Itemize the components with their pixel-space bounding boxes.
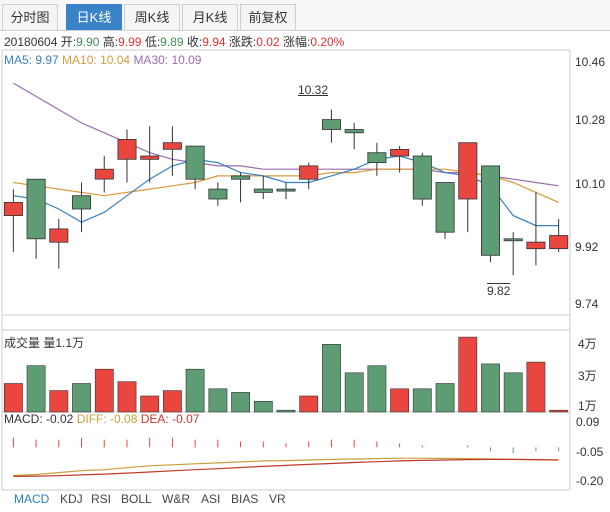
candle-body xyxy=(94,168,114,180)
candle-body xyxy=(549,235,569,250)
volume-bar xyxy=(322,343,341,413)
diff-line xyxy=(13,457,559,477)
volume-bar xyxy=(253,400,273,413)
candle-body xyxy=(503,238,523,242)
candle-body xyxy=(276,188,296,192)
candle-body xyxy=(26,178,46,240)
indicator-boll[interactable]: BOLL xyxy=(121,492,152,506)
candle-body xyxy=(3,201,23,216)
indicator-rsi[interactable]: RSI xyxy=(91,492,111,506)
dea-value: DEA: -0.07 xyxy=(140,412,200,426)
volume-bar xyxy=(94,368,114,413)
volume-bar xyxy=(549,409,569,413)
volume-bar xyxy=(412,388,432,413)
candle-body xyxy=(458,142,478,200)
volume-bar xyxy=(72,383,91,413)
candle-body xyxy=(117,138,137,160)
candle-body xyxy=(321,119,341,130)
price-axis-label: 10.10 xyxy=(575,177,606,191)
volume-axis-label: 3万 xyxy=(578,369,597,383)
volume-bar xyxy=(526,361,546,413)
price-axis-label: 9.92 xyxy=(575,240,599,254)
diff-value: DIFF: -0.08 xyxy=(76,412,138,426)
macd-legend: MACD: -0.02 DIFF: -0.08 DEA: -0.07 xyxy=(4,412,199,426)
volume-bar xyxy=(276,409,296,413)
candle-body xyxy=(299,165,319,180)
volume-bar xyxy=(4,383,23,413)
candle-body xyxy=(72,195,92,210)
candle-body xyxy=(367,152,387,163)
candle-body xyxy=(185,145,205,180)
volume-bar xyxy=(49,390,69,413)
macd-axis-label: 0.09 xyxy=(576,415,600,429)
volume-bar xyxy=(163,390,182,413)
price-axis-label: 10.28 xyxy=(575,113,606,127)
kline-chart[interactable] xyxy=(0,0,610,512)
candle-body xyxy=(253,188,273,193)
candle-body xyxy=(412,155,432,200)
candle-body xyxy=(435,182,455,233)
candle-body xyxy=(162,142,182,150)
macd-axis-label: -0.05 xyxy=(576,445,604,459)
volume-axis-label: 1万 xyxy=(578,399,597,413)
volume-bar xyxy=(299,395,319,413)
volume-bar xyxy=(435,383,455,413)
indicator-vr[interactable]: VR xyxy=(269,492,286,506)
price-axis-label: 9.74 xyxy=(575,297,599,311)
indicator-bias[interactable]: BIAS xyxy=(231,492,258,506)
volume-bar xyxy=(231,392,251,413)
indicator-asi[interactable]: ASI xyxy=(201,492,220,506)
candle-body xyxy=(526,241,546,250)
volume-bar xyxy=(344,372,364,413)
volume-bar xyxy=(140,395,160,413)
candle-body xyxy=(344,129,364,134)
volume-bar xyxy=(185,368,205,413)
candle-body xyxy=(480,165,500,256)
volume-bar xyxy=(367,365,387,413)
candle-body xyxy=(208,188,228,200)
macd-axis-label: -0.20 xyxy=(576,474,604,488)
macd-value: MACD: -0.02 xyxy=(4,412,74,426)
volume-bar xyxy=(26,365,46,413)
volume-bar xyxy=(208,388,228,413)
volume-bar xyxy=(390,388,410,413)
volume-bar xyxy=(458,336,478,413)
candle-body xyxy=(390,148,410,157)
candle-body xyxy=(231,175,251,180)
candle-body xyxy=(140,155,160,160)
price-axis-label: 10.46 xyxy=(575,55,606,69)
low-annotation: 9.82 xyxy=(487,284,511,298)
indicator-kdj[interactable]: KDJ xyxy=(60,492,83,506)
dea-line xyxy=(13,458,559,477)
volume-bar xyxy=(503,372,523,413)
volume-axis-label: 4万 xyxy=(578,337,597,351)
volume-label: 成交量 量1.1万 xyxy=(4,336,85,350)
indicator-macd[interactable]: MACD xyxy=(14,492,49,506)
volume-bar xyxy=(481,363,500,413)
volume-bar xyxy=(117,381,137,413)
indicator-wr[interactable]: W&R xyxy=(162,492,190,506)
indicator-tabs: MACD KDJ RSI BOLL W&R ASI BIAS VR xyxy=(0,488,610,512)
candle-body xyxy=(49,228,69,243)
high-annotation: 10.32 xyxy=(298,83,329,97)
